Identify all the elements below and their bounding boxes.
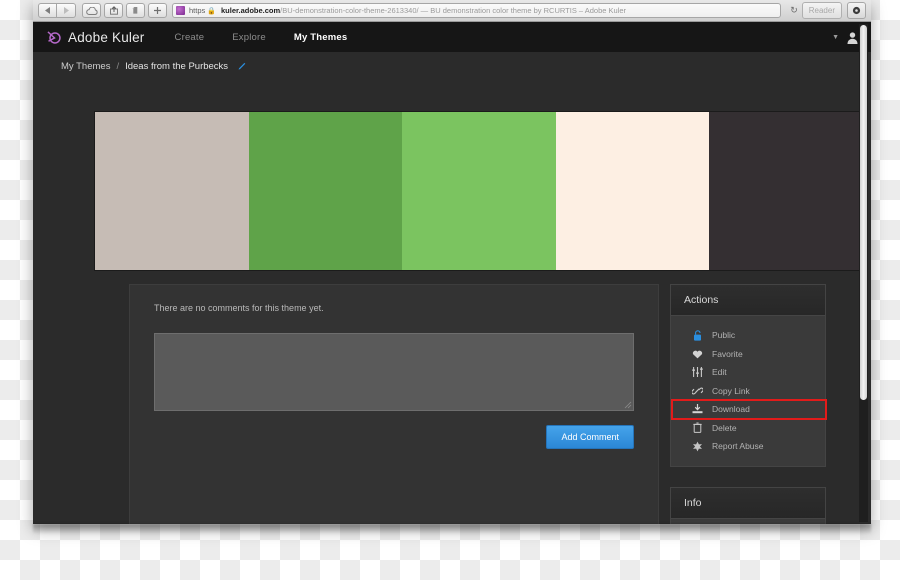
theme-swatch-bar xyxy=(95,112,863,270)
nav-tab-create[interactable]: Create xyxy=(175,32,205,43)
download-icon xyxy=(691,404,704,414)
action-label: Copy Link xyxy=(712,386,750,396)
site-top-nav: Adobe Kuler Create Explore My Themes ▼ xyxy=(33,22,871,52)
browser-window: https 🔒 kuler.adobe.com /BU-demonstratio… xyxy=(33,0,871,524)
action-delete[interactable]: Delete xyxy=(671,419,825,438)
swatch-4[interactable] xyxy=(556,112,710,270)
action-label: Report Abuse xyxy=(712,441,764,451)
page-vertical-scrollbar[interactable] xyxy=(859,24,868,522)
adobe-kuler-logo-icon xyxy=(47,30,62,45)
heart-icon xyxy=(691,349,704,359)
url-scheme: https xyxy=(189,6,205,15)
actions-panel: Actions Public Favorite xyxy=(670,284,826,467)
sidebar: Actions Public Favorite xyxy=(670,284,826,524)
action-label: Favorite xyxy=(712,349,743,359)
triangle-right-icon xyxy=(63,7,69,14)
evernote-icon xyxy=(131,6,140,15)
add-comment-button[interactable]: Add Comment xyxy=(546,425,634,449)
cloud-icon xyxy=(86,7,98,15)
share-button[interactable] xyxy=(104,3,123,18)
browser-toolbar: https 🔒 kuler.adobe.com /BU-demonstratio… xyxy=(33,0,871,22)
triangle-left-icon xyxy=(45,7,51,14)
trash-icon xyxy=(691,422,704,433)
action-label: Public xyxy=(712,330,735,340)
comments-panel: There are no comments for this theme yet… xyxy=(129,284,659,524)
nav-tab-my-themes[interactable]: My Themes xyxy=(294,32,348,43)
address-bar[interactable]: https 🔒 kuler.adobe.com /BU-demonstratio… xyxy=(172,3,781,18)
breadcrumb-separator: / xyxy=(116,61,119,72)
sliders-icon xyxy=(691,367,704,377)
kuler-favicon xyxy=(176,6,185,15)
url-host: kuler.adobe.com xyxy=(221,6,280,15)
plus-icon xyxy=(153,6,162,15)
page-content: Adobe Kuler Create Explore My Themes ▼ M… xyxy=(33,22,871,524)
no-comments-message: There are no comments for this theme yet… xyxy=(154,303,634,313)
new-tab-button[interactable] xyxy=(148,3,167,18)
brand-title[interactable]: Adobe Kuler xyxy=(68,30,145,45)
breadcrumb-theme-name: Ideas from the Purbecks xyxy=(125,61,228,72)
lock-open-icon xyxy=(691,330,704,341)
window-drop-shadow xyxy=(33,524,871,534)
account-menu[interactable]: ▼ xyxy=(832,22,859,52)
evernote-button[interactable] xyxy=(126,3,145,18)
swatch-5[interactable] xyxy=(709,112,863,270)
breadcrumb: My Themes / Ideas from the Purbecks xyxy=(33,52,871,80)
action-copy-link[interactable]: Copy Link xyxy=(671,382,825,401)
swatch-3[interactable] xyxy=(402,112,556,270)
actions-panel-title: Actions xyxy=(671,285,825,316)
actions-list: Public Favorite Edit xyxy=(671,316,825,466)
nav-tab-explore[interactable]: Explore xyxy=(232,32,266,43)
user-avatar-icon[interactable] xyxy=(846,31,859,44)
pencil-icon[interactable] xyxy=(237,62,246,71)
info-panel-title: Info xyxy=(671,488,825,519)
url-path-and-title: /BU-demonstration-color-theme-2613340/ —… xyxy=(280,6,626,15)
info-panel: Info Created By RCURTIS Created 6/19/201… xyxy=(670,487,826,525)
chevron-down-icon[interactable]: ▼ xyxy=(832,34,839,41)
swatch-2[interactable] xyxy=(249,112,403,270)
action-report-abuse[interactable]: Report Abuse xyxy=(671,437,825,456)
reader-button[interactable]: Reader xyxy=(802,2,842,19)
action-download[interactable]: Download xyxy=(671,400,825,419)
action-label: Download xyxy=(712,404,750,414)
swatch-1[interactable] xyxy=(95,112,249,270)
action-favorite[interactable]: Favorite xyxy=(671,345,825,364)
scrollbar-thumb[interactable] xyxy=(860,25,867,400)
resize-handle-icon[interactable] xyxy=(624,401,632,409)
action-label: Edit xyxy=(712,367,727,377)
share-icon xyxy=(109,6,119,15)
reload-icon[interactable]: ↻ xyxy=(790,5,798,16)
action-edit[interactable]: Edit xyxy=(671,363,825,382)
action-public[interactable]: Public xyxy=(671,326,825,345)
lock-icon: 🔒 xyxy=(207,7,216,15)
gear-icon[interactable] xyxy=(847,2,866,19)
comment-actions: Add Comment xyxy=(154,425,634,449)
breadcrumb-my-themes[interactable]: My Themes xyxy=(61,61,110,72)
action-label: Delete xyxy=(712,423,737,433)
icloud-tabs-button[interactable] xyxy=(82,3,101,18)
report-abuse-icon xyxy=(691,441,704,452)
back-button[interactable] xyxy=(38,3,57,18)
forward-button[interactable] xyxy=(57,3,76,18)
comment-input[interactable] xyxy=(154,333,634,411)
link-chain-icon xyxy=(691,386,704,396)
